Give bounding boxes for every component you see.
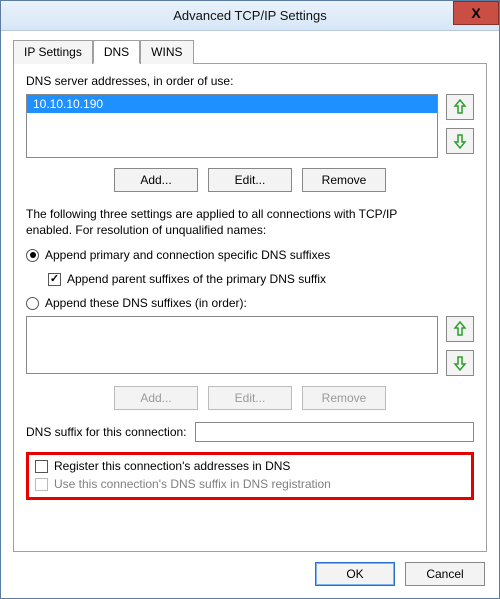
resolution-info-line1: The following three settings are applied… [26, 206, 474, 222]
tab-dns-label: DNS [104, 45, 129, 59]
check-register-dns-label: Register this connection's addresses in … [54, 459, 290, 473]
connection-suffix-input[interactable] [195, 422, 474, 442]
dns-suffix-add-label: Add... [140, 391, 171, 405]
arrow-down-icon [453, 133, 467, 149]
dns-server-add-button[interactable]: Add... [114, 168, 198, 192]
suffix-move-down-button[interactable] [446, 350, 474, 376]
radio-icon [26, 249, 39, 262]
arrow-down-icon [453, 355, 467, 371]
dns-server-remove-label: Remove [322, 173, 367, 187]
titlebar: Advanced TCP/IP Settings X [1, 1, 499, 31]
resolution-info: The following three settings are applied… [26, 206, 474, 238]
tab-dns[interactable]: DNS [93, 40, 140, 64]
dns-servers-row: 10.10.10.190 [26, 94, 474, 158]
connection-suffix-label: DNS suffix for this connection: [26, 425, 187, 439]
tab-ip-settings[interactable]: IP Settings [13, 40, 93, 64]
dns-servers-label: DNS server addresses, in order of use: [26, 74, 474, 88]
check-append-parent[interactable]: Append parent suffixes of the primary DN… [48, 272, 474, 286]
ok-button[interactable]: OK [315, 562, 395, 586]
suffix-move-up-button[interactable] [446, 316, 474, 342]
dns-suffix-edit-button: Edit... [208, 386, 292, 410]
register-dns-highlight: Register this connection's addresses in … [26, 452, 474, 500]
dns-servers-buttons: Add... Edit... Remove [26, 168, 474, 192]
radio-append-primary[interactable]: Append primary and connection specific D… [26, 248, 474, 262]
close-icon: X [471, 5, 480, 21]
move-down-button[interactable] [446, 128, 474, 154]
dns-servers-reorder [446, 94, 474, 154]
radio-icon [26, 297, 39, 310]
dns-suffix-edit-label: Edit... [235, 391, 266, 405]
dns-server-edit-button[interactable]: Edit... [208, 168, 292, 192]
tab-wins-label: WINS [151, 45, 182, 59]
dns-server-add-label: Add... [140, 173, 171, 187]
dialog-buttons: OK Cancel [1, 552, 499, 598]
dns-server-remove-button[interactable]: Remove [302, 168, 386, 192]
close-button[interactable]: X [453, 1, 499, 25]
radio-append-these-label: Append these DNS suffixes (in order): [45, 296, 247, 310]
dns-suffixes-row [26, 316, 474, 376]
dns-server-item[interactable]: 10.10.10.190 [27, 95, 437, 113]
move-up-button[interactable] [446, 94, 474, 120]
cancel-button-label: Cancel [426, 567, 463, 581]
tab-strip: IP Settings DNS WINS [13, 39, 487, 63]
radio-append-primary-label: Append primary and connection specific D… [45, 248, 330, 262]
check-use-suffix-dns-label: Use this connection's DNS suffix in DNS … [54, 477, 331, 491]
checkbox-icon [35, 478, 48, 491]
ok-button-label: OK [346, 567, 363, 581]
tab-pane-dns: DNS server addresses, in order of use: 1… [13, 63, 487, 552]
resolution-info-line2: enabled. For resolution of unqualified n… [26, 222, 474, 238]
checkbox-icon [35, 460, 48, 473]
dns-servers-list[interactable]: 10.10.10.190 [26, 94, 438, 158]
check-append-parent-label: Append parent suffixes of the primary DN… [67, 272, 326, 286]
content-area: IP Settings DNS WINS DNS server addresse… [1, 31, 499, 552]
dns-suffix-remove-button: Remove [302, 386, 386, 410]
arrow-up-icon [453, 99, 467, 115]
arrow-up-icon [453, 321, 467, 337]
radio-append-these[interactable]: Append these DNS suffixes (in order): [26, 296, 474, 310]
check-register-dns[interactable]: Register this connection's addresses in … [35, 459, 465, 473]
dns-suffixes-list[interactable] [26, 316, 438, 374]
dns-server-edit-label: Edit... [235, 173, 266, 187]
tab-ip-settings-label: IP Settings [24, 45, 82, 59]
dns-suffix-add-button: Add... [114, 386, 198, 410]
dns-suffixes-buttons: Add... Edit... Remove [26, 386, 474, 410]
window-title: Advanced TCP/IP Settings [1, 8, 499, 23]
cancel-button[interactable]: Cancel [405, 562, 485, 586]
check-use-suffix-dns: Use this connection's DNS suffix in DNS … [35, 477, 465, 491]
dns-suffix-remove-label: Remove [322, 391, 367, 405]
dns-suffixes-reorder [446, 316, 474, 376]
checkbox-icon [48, 273, 61, 286]
connection-suffix-row: DNS suffix for this connection: [26, 422, 474, 442]
tab-wins[interactable]: WINS [140, 40, 193, 64]
dialog-window: Advanced TCP/IP Settings X IP Settings D… [0, 0, 500, 599]
